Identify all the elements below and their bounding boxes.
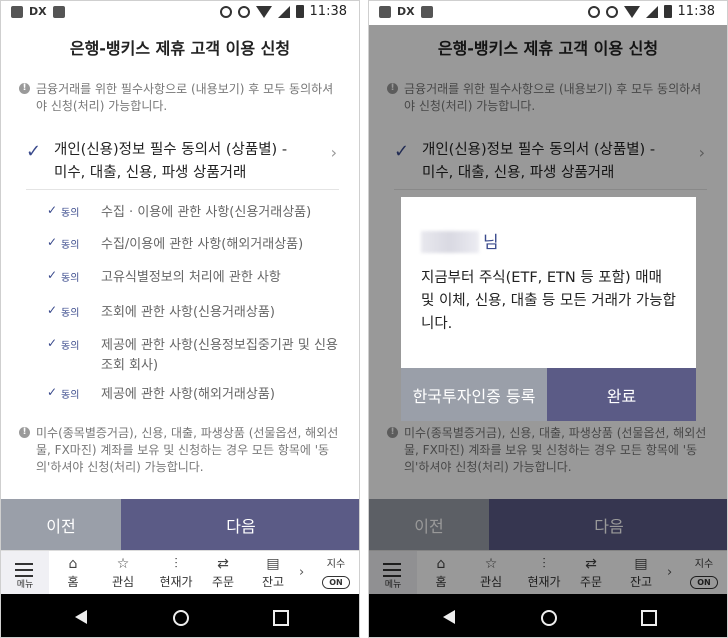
document-icon: ▤ (266, 556, 280, 572)
signal-icon (645, 5, 658, 18)
check-icon: ✓ (47, 235, 58, 249)
dnd-icon (219, 5, 232, 18)
wifi-icon (623, 5, 640, 18)
consent-item-label: 제공에 관한 사항(해외거래상품) (101, 387, 275, 402)
consent-item-label: 수집/이용에 관한 사항(해외거래상품) (101, 237, 304, 252)
done-button[interactable]: 완료 (547, 368, 696, 421)
menu-button[interactable]: 메뉴 (1, 551, 49, 595)
consent-tag: 동의 (61, 390, 80, 401)
battery-icon (295, 5, 304, 18)
tab-order[interactable]: ⇄ 주문 (199, 551, 247, 595)
screen-left: DX 11:38 은행-뱅키스 제휴 고객 이용 신청 ! 금융거래를 위한 필… (0, 0, 360, 638)
notice-top-text: 금융거래를 위한 필수사항으로 (내용보기) 후 모두 동의하셔야 신청(처리)… (36, 82, 334, 113)
recents-icon[interactable] (641, 610, 657, 626)
back-icon[interactable] (75, 610, 87, 624)
main-consent-line1: 개인(신용)정보 필수 동의서 (상품별) - (54, 142, 288, 158)
notification-icon (11, 5, 23, 18)
consent-item[interactable]: ✓ 동의 제공에 관한 사항(신용정보집중기관 및 신용조회 회사) (47, 336, 339, 376)
register-certificate-button[interactable]: 한국투자인증 등록 (401, 368, 547, 421)
consent-item[interactable]: ✓ 동의 수집 · 이용에 관한 사항(신용거래상품) (47, 203, 339, 227)
tab-label: 관심 (111, 575, 135, 589)
hamburger-icon (15, 563, 33, 577)
notice-top: ! 금융거래를 위한 필수사항으로 (내용보기) 후 모두 동의하셔야 신청(처… (19, 81, 339, 115)
consent-tag: 동의 (61, 208, 80, 219)
consent-tag: 동의 (61, 240, 80, 251)
alarm-icon (237, 5, 250, 18)
main-consent-line2: 미수, 대출, 신용, 파생 상품거래 (54, 165, 247, 181)
wifi-icon (255, 5, 272, 18)
image-icon (420, 5, 433, 18)
back-icon[interactable] (443, 610, 455, 624)
main-consent-text: 개인(신용)정보 필수 동의서 (상품별) - 미수, 대출, 신용, 파생 상… (54, 139, 287, 185)
image-icon (52, 5, 65, 18)
prev-button[interactable]: 이전 (1, 499, 121, 550)
consent-tag: 동의 (61, 341, 80, 352)
chevron-right-icon[interactable]: › (299, 565, 304, 580)
tab-home[interactable]: ⌂ 홈 (49, 551, 97, 595)
consent-item-label: 수집 · 이용에 관한 사항(신용거래상품) (101, 205, 312, 220)
notification-icon (379, 5, 391, 18)
info-icon: ! (19, 427, 30, 438)
consent-item-label: 조회에 관한 사항(신용거래상품) (101, 305, 275, 320)
consent-item[interactable]: ✓ 동의 조회에 관한 사항(신용거래상품) (47, 303, 339, 327)
sliders-icon: ⫶ (174, 556, 178, 572)
tab-label: 잔고 (261, 575, 285, 589)
on-badge: ON (322, 576, 350, 589)
notice-bottom: ! 미수(종목별증거금), 신용, 대출, 파생상품 (선물옵션, 해외선물, … (19, 425, 339, 476)
system-navbar (1, 594, 359, 637)
tab-favorites[interactable]: ☆ 관심 (99, 551, 147, 595)
status-bar: DX 11:38 (1, 1, 359, 25)
star-icon: ☆ (116, 556, 130, 572)
menu-label: 메뉴 (16, 580, 34, 590)
notice-bottom-text: 미수(종목별증거금), 신용, 대출, 파생상품 (선물옵션, 해외선물, FX… (36, 426, 339, 474)
info-icon: ! (19, 83, 30, 94)
consent-tag: 동의 (61, 273, 80, 284)
consent-tag: 동의 (61, 308, 80, 319)
check-icon: ✓ (47, 336, 58, 350)
consent-item[interactable]: ✓ 동의 제공에 관한 사항(해외거래상품) (47, 385, 339, 409)
dnd-icon (587, 5, 600, 18)
dx-icon: DX (397, 5, 415, 18)
home-circle-icon[interactable] (173, 610, 189, 626)
name-suffix: 님 (483, 233, 499, 253)
tab-label: 홈 (67, 575, 79, 589)
tab-balance[interactable]: ▤ 잔고 (249, 551, 297, 595)
completion-dialog: 님 지금부터 주식(ETF, ETN 등 포함) 매매 및 이체, 신용, 대출… (401, 197, 696, 421)
blurred-user-name (421, 231, 479, 253)
screen-right: DX 11:38 은행-뱅키스 제휴 고객 이용 신청 ! 금융거래를 위한 필… (368, 0, 728, 638)
tab-label: 현재가 (159, 575, 193, 589)
swap-icon: ⇄ (217, 556, 229, 572)
alarm-icon (605, 5, 618, 18)
page-title: 은행-뱅키스 제휴 고객 이용 신청 (69, 39, 291, 58)
main-consent-row[interactable]: ✓ 개인(신용)정보 필수 동의서 (상품별) - 미수, 대출, 신용, 파생… (26, 139, 339, 190)
battery-icon (663, 5, 672, 18)
check-icon: ✓ (47, 385, 58, 399)
home-circle-icon[interactable] (541, 610, 557, 626)
recents-icon[interactable] (273, 610, 289, 626)
consent-item[interactable]: ✓ 동의 고유식별정보의 처리에 관한 사항 (47, 268, 339, 292)
consent-item-label: 제공에 관한 사항(신용정보집중기관 및 신용조회 회사) (101, 338, 338, 373)
check-icon: ✓ (26, 141, 42, 162)
index-label: 지수 (326, 559, 346, 570)
tab-label: 주문 (211, 575, 235, 589)
tab-price[interactable]: ⫶ 현재가 (149, 551, 203, 595)
home-icon: ⌂ (68, 556, 78, 572)
bottom-tabbar: 메뉴 ⌂ 홈 ☆ 관심 ⫶ 현재가 ⇄ 주문 ▤ 잔고 › 지수 ON (1, 550, 359, 595)
consent-item-label: 고유식별정보의 처리에 관한 사항 (101, 270, 281, 285)
consent-item[interactable]: ✓ 동의 수집/이용에 관한 사항(해외거래상품) (47, 235, 339, 259)
chevron-right-icon: › (330, 143, 337, 162)
clock: 11:38 (309, 4, 347, 19)
check-icon: ✓ (47, 303, 58, 317)
status-bar: DX 11:38 (369, 1, 727, 25)
dx-icon: DX (29, 5, 47, 18)
signal-icon (277, 5, 290, 18)
check-icon: ✓ (47, 203, 58, 217)
clock: 11:38 (677, 4, 715, 19)
index-toggle[interactable]: 지수 ON (319, 555, 353, 589)
dialog-message: 지금부터 주식(ETF, ETN 등 포함) 매매 및 이체, 신용, 대출 등… (421, 270, 676, 332)
check-icon: ✓ (47, 268, 58, 282)
system-navbar (369, 594, 727, 637)
next-button[interactable]: 다음 (121, 499, 359, 550)
